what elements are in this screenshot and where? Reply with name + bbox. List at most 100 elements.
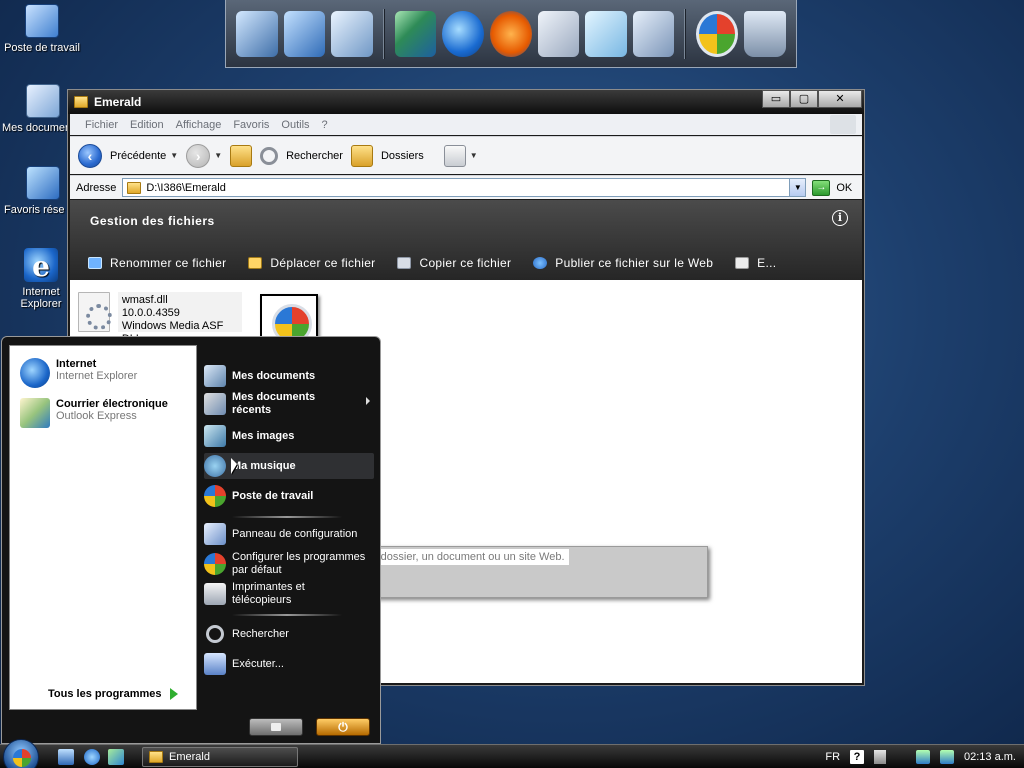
taskbar-button-emerald[interactable]: Emerald [142,747,298,767]
task-label: Publier ce fichier sur le Web [555,256,714,270]
back-dropdown-icon[interactable]: ▼ [170,151,178,160]
menu-my-documents[interactable]: Mes documents [204,365,374,387]
power-button[interactable]: ⏻ [316,718,370,736]
tray-monitor-icon[interactable] [940,750,955,764]
start-button[interactable] [3,739,39,768]
task-items: Renommer ce fichier Déplacer ce fichier … [88,256,776,270]
menu-item-label: Panneau de configuration [232,527,358,540]
arrow-right-icon [169,688,178,700]
forward-dropdown-icon[interactable]: ▼ [214,151,222,160]
task-email-file[interactable]: E... [735,256,776,270]
pinned-internet[interactable]: Internet Internet Explorer [20,358,137,388]
go-button-label[interactable]: OK [836,182,852,194]
submenu-arrow-icon [366,397,370,405]
title-bar[interactable]: Emerald ▭ ▢ ✕ [68,90,864,114]
copy-icon [397,257,412,269]
back-arrow-icon[interactable]: ‹ [78,143,102,168]
recent-documents-icon [204,393,226,415]
switch-windows-icon[interactable] [108,749,124,765]
network-tray-icon[interactable] [874,750,887,764]
menu-bar: Fichier Edition Affichage Favoris Outils… [70,114,862,135]
windows-logo-icon[interactable] [696,10,739,57]
media-player-icon[interactable] [489,10,532,57]
menu-item-label: Exécuter... [232,657,284,670]
menu-edit[interactable]: Edition [125,119,169,131]
menu-help[interactable]: ? [317,119,333,131]
views-icon[interactable] [443,144,466,167]
task-move-file[interactable]: Déplacer ce fichier [248,256,375,270]
clock[interactable]: 02:13 a.m. [964,751,1016,763]
address-input[interactable]: D:\I386\Emerald ▼ [122,178,807,197]
printer-icon [204,583,226,605]
minimize-button[interactable]: ▭ [762,90,790,108]
forward-arrow-icon[interactable]: › [186,143,211,168]
notepad-icon[interactable] [585,10,627,57]
language-indicator[interactable]: FR [825,751,840,763]
pinned-email[interactable]: Courrier électronique Outlook Express [20,398,168,428]
menu-printers[interactable]: Imprimantes et télécopieurs [204,581,374,607]
all-programs-button[interactable]: Tous les programmes [48,688,178,700]
menu-favorites[interactable]: Favoris [228,119,274,131]
file-version: 10.0.0.4359 [121,307,180,319]
menu-item-label: Ma musique [232,459,296,472]
menu-my-music[interactable]: Ma musique [204,453,374,479]
menu-file[interactable]: Fichier [80,119,123,131]
recycle-bin-icon[interactable] [744,10,787,57]
window-title: Emerald [94,95,142,109]
toolbar: ‹ Précédente ▼ › ▼ Rechercher Dossiers ▼ [70,136,862,174]
close-button[interactable]: ✕ [818,90,862,108]
internet-explorer-icon [20,358,50,388]
menu-my-pictures[interactable]: Mes images [204,425,374,447]
lock-button[interactable] [249,718,303,736]
menu-item-label: Mes documents récents [232,391,316,416]
pinned-sub-label: Internet Explorer [56,370,138,382]
menu-item-label: Configurer les programmes par défaut [232,551,366,576]
taskbar: Emerald FR ? 02:13 a.m. [0,739,1024,768]
menu-search[interactable]: Rechercher [204,623,374,645]
menu-recent-documents[interactable]: Mes documents récents [204,391,374,417]
show-desktop-icon[interactable] [58,749,74,765]
search-icon[interactable] [260,146,279,165]
folders-button-label[interactable]: Dossiers [381,150,424,162]
windows-flag-icon [830,115,856,134]
menu-default-programs[interactable]: Configurer les programmes par défaut [204,551,374,577]
internet-explorer-icon[interactable] [84,749,100,765]
control-panel-icon [204,523,226,545]
menu-my-computer[interactable]: Poste de travail [204,485,374,507]
maximize-button[interactable]: ▢ [790,90,818,108]
file-details: wmasf.dll 10.0.0.4359 Windows Media ASF … [117,292,242,345]
documents-icon[interactable] [331,10,373,57]
folders-icon[interactable] [350,144,373,167]
chevron-down-icon[interactable]: ▼ [789,179,806,196]
internet-explorer-icon[interactable] [442,10,484,57]
task-rename-file[interactable]: Renommer ce fichier [88,256,226,270]
folder-icon [127,181,142,194]
folder-up-icon[interactable] [230,144,253,167]
task-publish-web[interactable]: Publier ce fichier sur le Web [533,256,713,270]
my-computer-icon[interactable] [236,10,278,57]
desktop-icon-my-computer[interactable]: Poste de travail [4,4,80,54]
search-button-label[interactable]: Rechercher [286,150,343,162]
tray-app-icon[interactable] [916,750,931,764]
menu-tools[interactable]: Outils [276,119,314,131]
window-controls: ▭ ▢ ✕ [762,90,862,108]
menu-view[interactable]: Affichage [171,119,227,131]
menu-run[interactable]: Exécuter... [204,653,374,675]
pinned-sub-label: Outlook Express [56,410,137,422]
mouse-cursor-icon [231,458,237,474]
tablet-icon[interactable] [632,10,675,57]
calculator-icon[interactable] [537,10,580,57]
task-copy-file[interactable]: Copier ce fichier [397,256,511,270]
back-button-label[interactable]: Précédente [110,150,166,162]
info-icon[interactable]: i [832,210,848,226]
views-dropdown-icon[interactable]: ▼ [470,151,478,160]
file-item[interactable]: wmasf.dll 10.0.0.4359 Windows Media ASF … [78,292,242,345]
monitor-icon[interactable] [394,10,437,57]
help-icon[interactable]: ? [850,750,865,764]
network-icon[interactable] [283,10,326,57]
go-arrow-icon[interactable]: → [812,179,831,196]
mail-icon [735,257,750,269]
search-icon [206,625,224,643]
web-publish-icon [533,257,548,269]
menu-control-panel[interactable]: Panneau de configuration [204,523,374,545]
